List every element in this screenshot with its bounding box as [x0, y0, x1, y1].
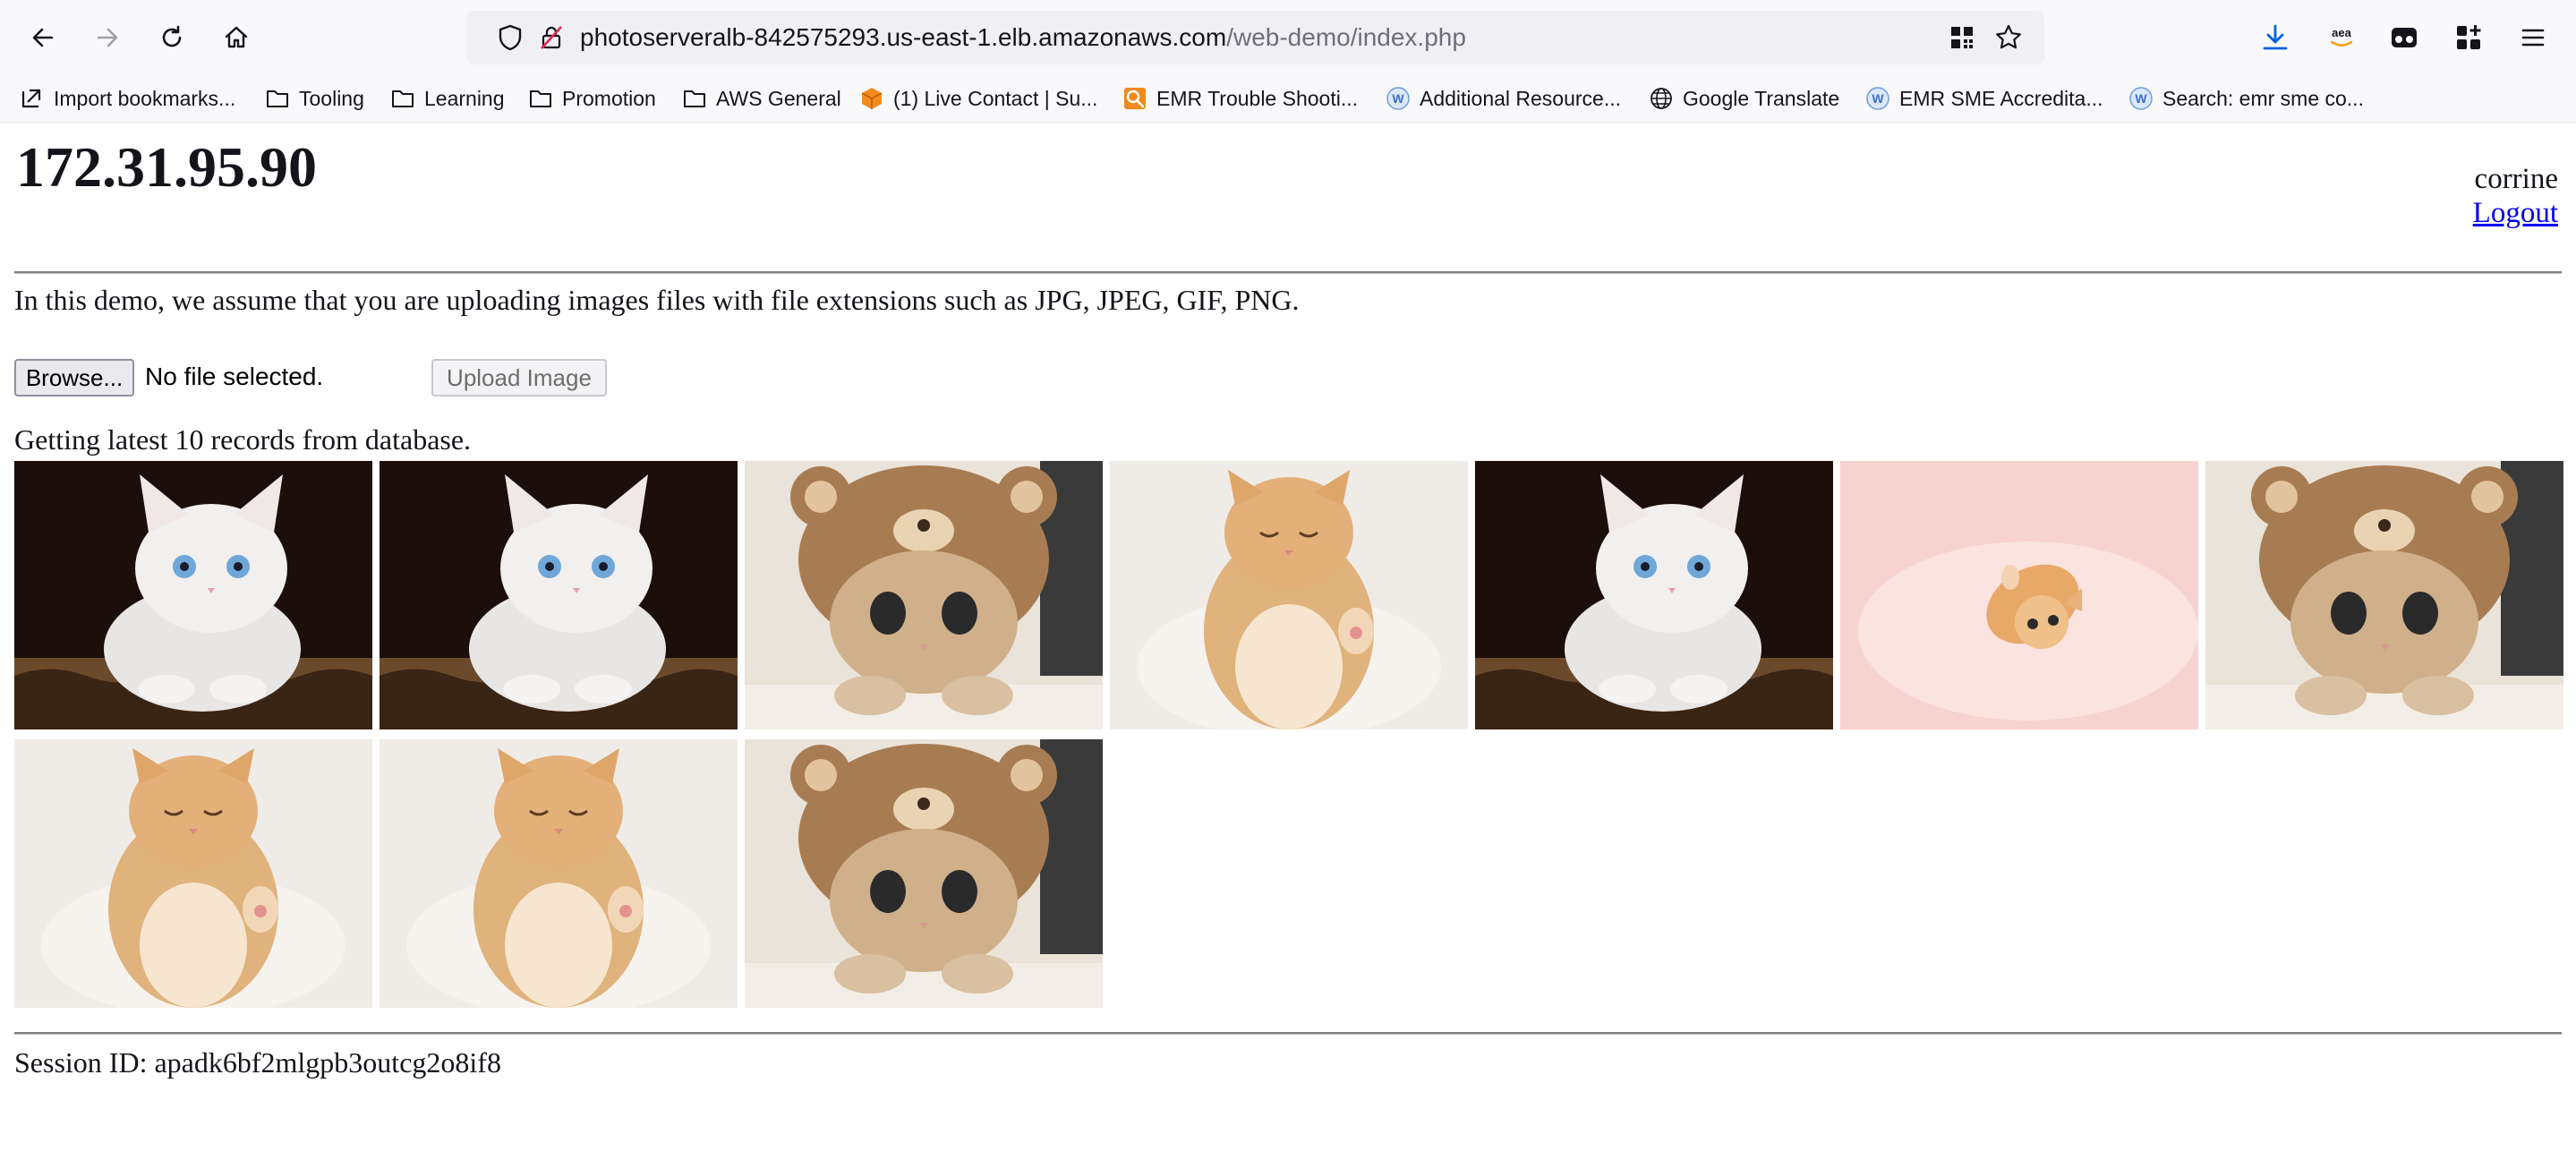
bookmark-label: Import bookmarks...: [54, 86, 236, 110]
qr-code-icon[interactable]: [1948, 23, 1976, 52]
bookmark-folder-promotion[interactable]: Promotion: [528, 84, 656, 113]
bookmark-label: Additional Resource...: [1420, 86, 1622, 110]
reload-button[interactable]: [150, 16, 193, 59]
bookmark-label: Learning: [424, 86, 505, 110]
username: corrine: [2474, 163, 2558, 195]
image-thumbnail[interactable]: [1110, 461, 1468, 729]
bookmark-label: Search: emr sme co...: [2162, 86, 2364, 110]
bookmark-additional-resources[interactable]: W Additional Resource...: [1386, 84, 1621, 113]
home-icon: [225, 26, 248, 48]
orange-kitten-image: [1110, 461, 1468, 729]
search-doc-icon: [1124, 88, 1146, 109]
bookmark-label: Promotion: [562, 86, 656, 110]
bookmark-google-translate[interactable]: Google Translate: [1649, 84, 1839, 113]
insecure-lock-icon[interactable]: [537, 23, 566, 52]
bear-hat-kitten-image: [2205, 461, 2563, 729]
bookmark-emr-troubleshooting[interactable]: EMR Trouble Shooti...: [1122, 84, 1358, 113]
url-text[interactable]: photoserveralb-842575293.us-east-1.elb.a…: [580, 23, 1466, 52]
w-icon-letter: W: [2135, 91, 2147, 106]
bookmark-search-emr-sme[interactable]: W Search: emr sme co...: [2128, 84, 2364, 113]
image-thumbnail[interactable]: [14, 739, 372, 1008]
bear-hat-kitten-image: [745, 461, 1103, 729]
bookmark-label: Google Translate: [1683, 86, 1840, 110]
url-path: /web-demo/index.php: [1226, 23, 1466, 51]
bookmark-folder-tooling[interactable]: Tooling: [265, 84, 364, 113]
bookmarks-bar: Import bookmarks... Tooling Learning Pro…: [0, 75, 2576, 123]
bookmark-label: AWS General: [716, 86, 841, 110]
bookmark-label: (1) Live Contact | Su...: [893, 86, 1098, 110]
w-icon: W: [2129, 87, 2153, 110]
folder-icon: [530, 90, 551, 107]
extensions-button[interactable]: [2449, 18, 2488, 57]
download-button[interactable]: [2256, 18, 2295, 57]
w-icon-letter: W: [1392, 91, 1404, 106]
w-icon: W: [1866, 87, 1889, 110]
menu-button[interactable]: [2513, 18, 2553, 57]
bear-hat-kitten-image: [745, 739, 1103, 1008]
w-icon: W: [1386, 87, 1410, 110]
bookmark-import[interactable]: Import bookmarks...: [20, 84, 235, 113]
page-title-ip: 172.31.95.90: [16, 135, 317, 199]
reader-icon: [2392, 28, 2417, 47]
upload-image-button[interactable]: Upload Image: [431, 359, 607, 397]
url-bar[interactable]: photoserveralb-842575293.us-east-1.elb.a…: [467, 11, 2044, 64]
browser-toolbar: photoserveralb-842575293.us-east-1.elb.a…: [0, 0, 2576, 75]
orange-kitten-image: [14, 739, 372, 1008]
forward-arrow-icon: [97, 28, 118, 47]
shield-icon[interactable]: [496, 23, 525, 52]
intro-text: In this demo, we assume that you are upl…: [14, 284, 1300, 316]
image-thumbnail[interactable]: [745, 739, 1103, 1008]
bookmark-folder-learning[interactable]: Learning: [390, 84, 505, 113]
menu-icon: [2521, 29, 2545, 47]
divider-bottom: [14, 1032, 2562, 1035]
cube-icon: [861, 88, 883, 109]
image-thumbnail[interactable]: [1475, 461, 1833, 729]
folder-icon: [392, 90, 414, 107]
folder-icon: [267, 90, 288, 107]
bookmark-live-contact[interactable]: (1) Live Contact | Su...: [859, 84, 1097, 113]
image-thumbnail[interactable]: [380, 739, 738, 1008]
back-button[interactable]: [21, 16, 64, 59]
image-thumbnail[interactable]: [2205, 461, 2563, 729]
back-arrow-icon: [32, 28, 54, 47]
page-content: 172.31.95.90 corrine Logout In this demo…: [0, 123, 2576, 1160]
white-kitten-image: [14, 461, 372, 729]
pink-blanket-kitten-image: [1840, 461, 2198, 729]
bookmark-label: EMR SME Accredita...: [1899, 86, 2103, 110]
file-status: No file selected.: [145, 362, 324, 390]
w-icon-letter: W: [1872, 91, 1884, 106]
amazon-extension-icon: aea: [2330, 26, 2353, 47]
extensions-icon: [2457, 25, 2481, 49]
image-thumbnail[interactable]: [14, 461, 372, 729]
orange-kitten-image: [380, 739, 738, 1008]
amazon-extension-button[interactable]: aea: [2322, 18, 2361, 57]
white-kitten-image: [380, 461, 738, 729]
browse-button[interactable]: Browse...: [14, 359, 134, 397]
bookmark-label: EMR Trouble Shooti...: [1156, 86, 1358, 110]
download-icon: [2263, 24, 2288, 50]
bookmark-folder-aws-general[interactable]: AWS General: [682, 84, 841, 113]
folder-icon: [684, 90, 705, 107]
records-text: Getting latest 10 records from database.: [14, 423, 472, 456]
white-kitten-image: [1475, 461, 1833, 729]
reload-icon: [162, 25, 182, 47]
globe-icon: [1651, 88, 1672, 109]
home-button[interactable]: [215, 16, 258, 59]
divider-top: [14, 271, 2562, 274]
import-icon: [21, 89, 41, 108]
image-thumbnail[interactable]: [745, 461, 1103, 729]
bookmark-emr-sme-accreditation[interactable]: W EMR SME Accredita...: [1865, 84, 2103, 113]
url-host: photoserveralb-842575293.us-east-1.elb.a…: [580, 23, 1227, 51]
reader-button[interactable]: [2384, 18, 2424, 57]
logout-link[interactable]: Logout: [2473, 196, 2558, 230]
image-thumbnail[interactable]: [380, 461, 738, 729]
image-thumbnail[interactable]: [1840, 461, 2198, 729]
session-id: Session ID: apadk6bf2mlgpb3outcg2o8if8: [14, 1046, 501, 1079]
bookmark-label: Tooling: [299, 86, 364, 110]
star-icon[interactable]: [1994, 23, 2023, 52]
amazon-icon-text: aea: [2332, 26, 2351, 39]
user-panel: corrine Logout: [2473, 162, 2558, 230]
forward-button[interactable]: [86, 16, 129, 59]
